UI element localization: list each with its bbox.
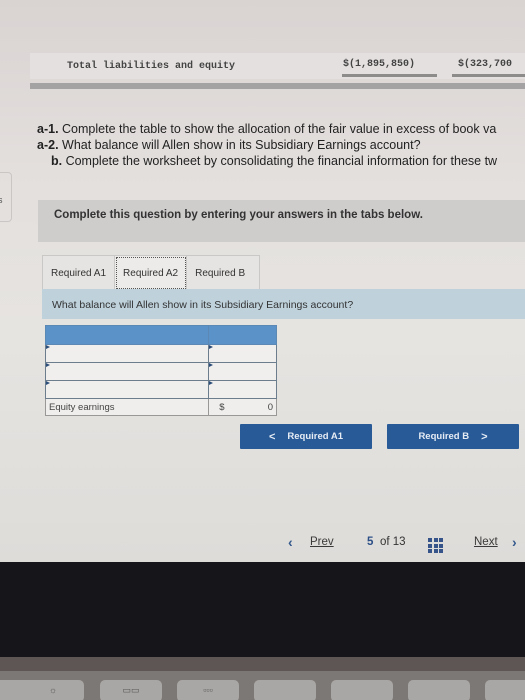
current-question-number: 5	[367, 536, 374, 548]
brightness-icon: ☼	[48, 685, 58, 695]
prev-required-label: Required A1	[287, 431, 344, 442]
keyboard: ☼ ▭▭ ▫▫▫	[0, 671, 525, 700]
total-liabilities-label: Total liabilities and equity	[67, 61, 236, 72]
tab-required-a1[interactable]: Required A1	[43, 256, 116, 290]
instruction-banner: Complete this question by entering your …	[38, 200, 525, 242]
key	[331, 680, 393, 700]
next-required-label: Required B	[418, 431, 470, 442]
chevron-left-icon: <	[268, 430, 276, 443]
header-cell-label	[44, 325, 210, 345]
equity-earnings-value-cell: $ 0	[208, 398, 277, 416]
browser-screen: Total liabilities and equity $(1,895,850…	[0, 0, 525, 562]
question-b: b. Complete the worksheet by consolidati…	[51, 154, 498, 168]
prev-required-button[interactable]: < Required A1	[240, 424, 372, 449]
total-value-subsidiary: $(323,700	[458, 59, 513, 70]
key	[254, 680, 316, 700]
equity-earnings-label: Equity earnings	[44, 398, 210, 416]
launchpad-icon: ▫▫▫	[203, 685, 213, 695]
question-pager: ‹ Prev 5 of 13 Next ›	[288, 534, 525, 554]
equity-earnings-value: 0	[267, 401, 273, 413]
answer-table: Equity earnings $ 0	[44, 325, 277, 416]
total-row: Equity earnings $ 0	[44, 398, 277, 416]
question-a2: a-2. What balance will Allen show in its…	[37, 138, 421, 152]
mission-control-key: ▭▭	[100, 680, 162, 700]
chevron-left-icon[interactable]: ‹	[288, 534, 293, 550]
key	[408, 680, 470, 700]
question-grid-icon[interactable]	[428, 538, 443, 553]
label-dropdown-input[interactable]	[44, 344, 210, 363]
question-list: a-1. Complete the table to show the allo…	[37, 121, 525, 169]
table-row	[44, 362, 277, 381]
question-total: of 13	[380, 536, 406, 548]
mission-control-icon: ▭▭	[122, 685, 140, 695]
tab-required-a2[interactable]: Required A2	[115, 256, 188, 290]
keyboard-edge	[0, 657, 525, 671]
key	[485, 680, 525, 700]
screen-bezel	[0, 562, 525, 657]
launchpad-key: ▫▫▫	[177, 680, 239, 700]
question-prompt: What balance will Allen show in its Subs…	[42, 289, 525, 319]
total-value-parent: $(1,895,850)	[343, 59, 416, 70]
double-underline	[452, 74, 525, 77]
required-tabs: Required A1 Required A2 Required B	[42, 255, 261, 290]
chevron-right-icon: >	[481, 430, 488, 443]
amount-input[interactable]	[208, 380, 277, 399]
amount-input[interactable]	[208, 362, 277, 381]
brightness-key: ☼	[22, 680, 84, 700]
next-required-button[interactable]: Required B >	[387, 424, 519, 449]
question-a1: a-1. Complete the table to show the allo…	[37, 122, 497, 136]
table-bottom-divider	[30, 83, 525, 89]
table-header-row	[44, 325, 277, 345]
chevron-right-icon[interactable]: ›	[512, 534, 517, 550]
prev-question-link[interactable]: Prev	[310, 536, 334, 548]
currency-symbol: $	[219, 401, 225, 413]
next-question-link[interactable]: Next	[474, 536, 498, 548]
tab-required-b[interactable]: Required B	[187, 256, 260, 290]
table-row	[44, 344, 277, 363]
header-cell-amount	[208, 325, 277, 345]
amount-input[interactable]	[208, 344, 277, 363]
label-dropdown-input[interactable]	[44, 380, 210, 399]
table-row	[44, 380, 277, 399]
balance-sheet-total-row: Total liabilities and equity $(1,895,850…	[30, 53, 525, 79]
label-dropdown-input[interactable]	[44, 362, 210, 381]
side-panel-tab[interactable]: s	[0, 172, 12, 222]
double-underline	[342, 74, 437, 77]
